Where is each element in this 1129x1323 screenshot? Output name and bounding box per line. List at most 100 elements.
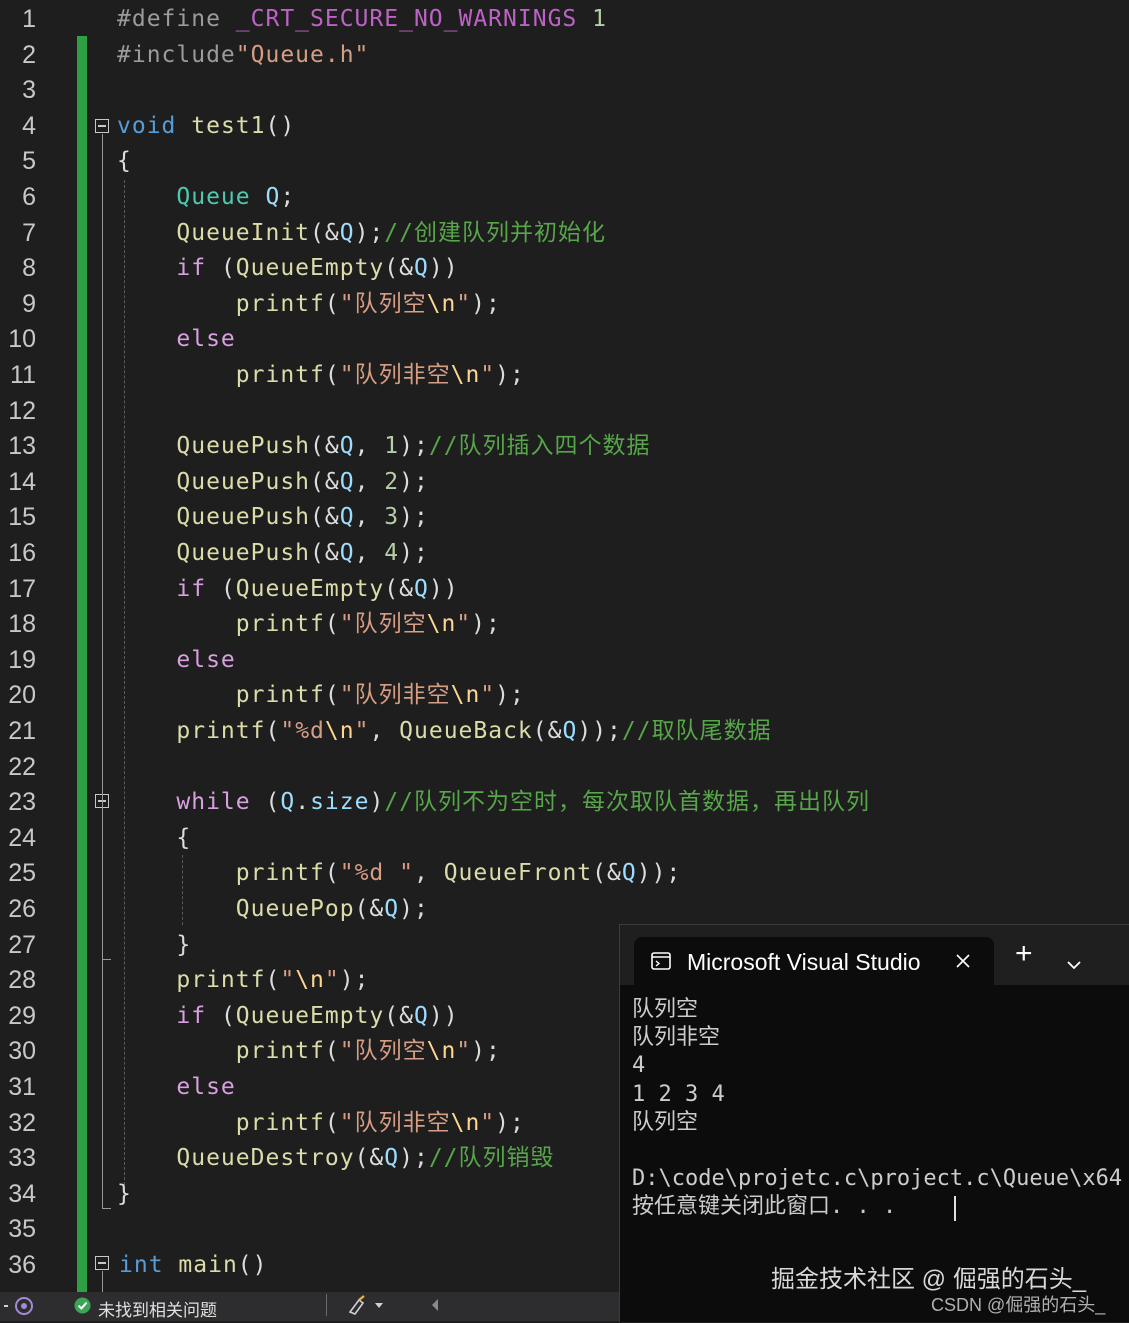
code-line[interactable]: else <box>117 322 236 356</box>
code-token: ); <box>495 1109 525 1136</box>
code-line[interactable]: if (QueueEmpty(&Q)) <box>117 999 459 1033</box>
line-number: 11 <box>10 361 36 389</box>
collapse-main-icon[interactable] <box>95 1256 109 1270</box>
fold-scope-end <box>102 1208 111 1209</box>
code-line[interactable]: QueuePop(&Q); <box>117 892 429 926</box>
code-line[interactable]: printf("\n"); <box>117 963 369 997</box>
line-number: 22 <box>8 752 36 781</box>
code-token: while <box>176 789 251 816</box>
issues-status-text[interactable]: 未找到相关问题 <box>98 1296 217 1321</box>
code-token: Q <box>339 540 355 566</box>
collapse-test1-icon[interactable] <box>95 119 109 133</box>
code-token: if <box>176 1002 207 1029</box>
code-token: ) <box>369 789 385 816</box>
new-tab-button[interactable]: + <box>1015 939 1033 969</box>
code-line[interactable]: int main() <box>119 1248 268 1282</box>
code-line[interactable]: { <box>117 821 191 855</box>
code-line[interactable]: QueuePush(&Q, 2); <box>117 465 429 499</box>
code-token: () <box>237 1252 268 1278</box>
line-number: 4 <box>22 111 36 140</box>
code-token: ); <box>399 504 429 531</box>
code-line[interactable]: printf("队列非空\n"); <box>117 1106 525 1140</box>
brush-icon[interactable] <box>347 1294 387 1321</box>
code-line[interactable]: printf("%d\n", QueueBack(&Q));//取队尾数据 <box>117 714 772 748</box>
code-line[interactable]: else <box>117 1070 236 1104</box>
code-line[interactable]: QueuePush(&Q, 4); <box>117 536 429 570</box>
code-token: " <box>456 290 472 317</box>
terminal-icon <box>651 952 671 974</box>
code-line[interactable]: else <box>117 643 236 677</box>
code-line[interactable]: QueuePush(&Q, 3); <box>117 500 429 534</box>
chevron-down-icon[interactable] <box>1067 955 1081 974</box>
code-line[interactable]: #include"Queue.h" <box>117 38 369 72</box>
line-number: 8 <box>22 254 36 283</box>
code-line[interactable]: printf("队列空\n"); <box>117 607 501 641</box>
code-token: else <box>176 326 236 353</box>
code-line[interactable]: void test1() <box>117 109 295 143</box>
code-token: //队列不为空时，每次取队首数据，再出队列 <box>384 789 871 816</box>
code-token: 1 <box>592 6 607 32</box>
code-token: (& <box>310 433 340 460</box>
code-line[interactable]: while (Q.size)//队列不为空时，每次取队首数据，再出队列 <box>117 785 870 819</box>
code-token: ); <box>354 219 385 246</box>
code-token: 2 <box>384 468 400 495</box>
code-token: ( <box>206 255 236 282</box>
chevron-left-icon[interactable] <box>429 1297 441 1318</box>
code-line[interactable]: printf("队列空\n"); <box>117 287 501 321</box>
line-number: 18 <box>8 610 36 639</box>
code-token: \n <box>450 1109 481 1136</box>
line-number: 16 <box>8 539 36 567</box>
code-line[interactable]: if (QueueEmpty(&Q)) <box>117 572 459 606</box>
code-token: )); <box>577 718 622 744</box>
close-icon[interactable] <box>956 953 970 972</box>
code-line[interactable]: QueueDestroy(&Q);//队列销毁 <box>117 1141 555 1175</box>
code-line[interactable]: printf("队列空\n"); <box>117 1034 501 1068</box>
code-token: " <box>324 967 340 994</box>
console-tab[interactable]: Microsoft Visual Studio <box>634 937 994 985</box>
console-output-line: 队列非空 <box>632 1025 721 1051</box>
code-token: (& <box>592 860 622 887</box>
code-token: printf <box>235 1038 325 1065</box>
code-line[interactable]: if (QueueEmpty(&Q)) <box>117 251 459 285</box>
code-token: size <box>310 789 370 816</box>
line-number: 35 <box>8 1215 36 1244</box>
console-output-line: 队列空 <box>632 997 699 1022</box>
code-token: ); <box>399 468 429 495</box>
code-token: Queue <box>176 184 251 210</box>
code-token: else <box>176 1074 236 1100</box>
line-number: 1 <box>22 5 36 33</box>
code-line[interactable]: } <box>117 928 191 962</box>
code-token: if <box>176 575 207 602</box>
code-line[interactable]: #define _CRT_SECURE_NO_WARNINGS 1 <box>117 2 607 36</box>
code-token: (& <box>384 255 414 282</box>
code-line[interactable]: printf("队列非空\n"); <box>117 358 525 392</box>
code-token: ; <box>280 184 296 210</box>
code-token: " <box>480 1109 496 1136</box>
code-line[interactable]: } <box>117 1177 132 1211</box>
code-token: "队列非空 <box>339 1109 451 1136</box>
code-token: else <box>176 646 236 673</box>
code-token: ); <box>495 682 525 709</box>
code-token: //创建队列并初始化 <box>384 219 606 246</box>
code-token: "队列非空 <box>339 682 451 709</box>
code-line[interactable]: Queue Q; <box>117 180 295 214</box>
code-token: //队列插入四个数据 <box>428 433 651 460</box>
line-number: 7 <box>22 218 36 247</box>
code-line[interactable]: QueuePush(&Q, 1);//队列插入四个数据 <box>117 429 651 463</box>
code-token: int <box>119 1252 164 1278</box>
code-line[interactable]: printf("%d ", QueueFront(&Q)); <box>117 856 681 890</box>
line-number: 25 <box>8 859 36 888</box>
code-token: "Queue.h" <box>235 41 370 68</box>
code-line[interactable]: printf("队列非空\n"); <box>117 678 525 712</box>
code-token: QueueInit <box>176 219 311 246</box>
code-token: . <box>295 789 311 816</box>
code-line[interactable]: QueueInit(&Q);//创建队列并初始化 <box>117 216 606 250</box>
code-token: ( <box>324 860 340 887</box>
code-line[interactable]: { <box>117 144 132 178</box>
source-control-icon[interactable] <box>2 1294 36 1323</box>
